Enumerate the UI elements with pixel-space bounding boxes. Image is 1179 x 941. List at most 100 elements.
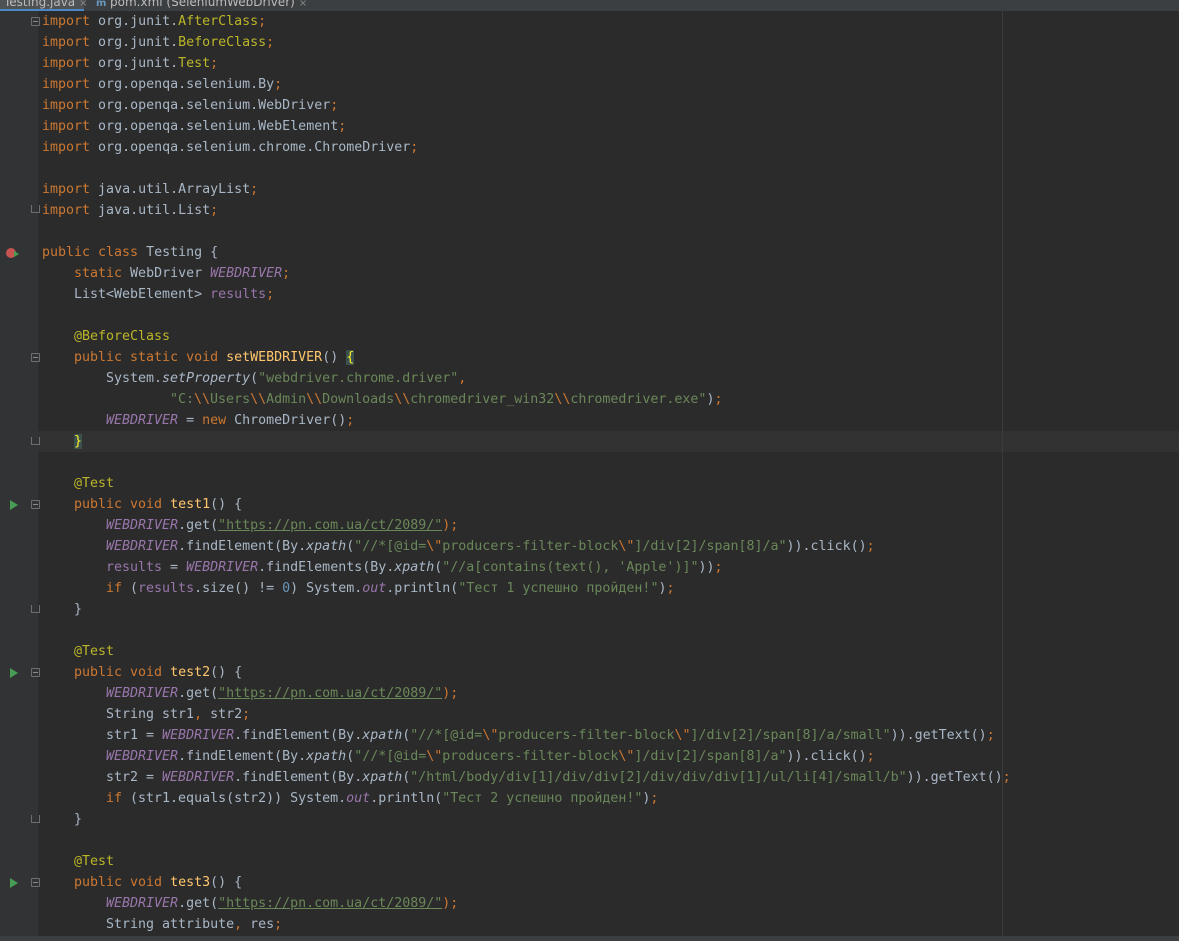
code-line[interactable]: WEBDRIVER.get("https://pn.com.ua/ct/2089…: [106, 515, 458, 536]
fold-toggle-icon[interactable]: [31, 668, 40, 677]
run-class-icon[interactable]: [6, 248, 19, 258]
code-line[interactable]: str1 = WEBDRIVER.findElement(By.xpath("/…: [106, 725, 995, 746]
code-token: .println(: [386, 581, 459, 596]
code-line[interactable]: "C:\\Users\\Admin\\Downloads\\chromedriv…: [170, 389, 722, 410]
code-token: )).getText(): [906, 770, 1003, 785]
code-line-class-declaration[interactable]: public class Testing {: [42, 242, 218, 263]
code-line-method-declaration[interactable]: public void test1() {: [74, 494, 242, 515]
code-line[interactable]: results = WEBDRIVER.findElements(By.xpat…: [106, 557, 723, 578]
tab-testing-java[interactable]: Testing.java ×: [0, 0, 88, 11]
keyword: ;: [866, 749, 875, 764]
code-line-field[interactable]: List<WebElement> results;: [74, 284, 274, 305]
code-token: (: [346, 749, 355, 764]
escape-sequence: \": [618, 539, 635, 554]
fold-toggle-icon[interactable]: [31, 17, 40, 26]
string-literal: "/html/body/div[1]/div/div[2]/div/div/di…: [410, 770, 907, 785]
package: org.junit.: [90, 35, 179, 50]
keyword: import: [42, 35, 91, 50]
code-line-closing-brace[interactable]: }: [74, 431, 83, 452]
fold-toggle-icon[interactable]: [31, 500, 40, 509]
code-line-annotation[interactable]: @BeforeClass: [74, 326, 170, 347]
code-line-import[interactable]: import java.util.ArrayList;: [42, 179, 258, 200]
code-token: String str1: [106, 707, 195, 722]
code-line[interactable]: str2 = WEBDRIVER.findElement(By.xpath("/…: [106, 767, 1011, 788]
class-name: Test: [178, 56, 211, 71]
code-line-closing-brace[interactable]: }: [74, 809, 82, 830]
code-line-import[interactable]: import org.openqa.selenium.chrome.Chrome…: [42, 137, 418, 158]
fold-toggle-icon[interactable]: [31, 353, 40, 362]
code-line[interactable]: System.setProperty("webdriver.chrome.dri…: [106, 368, 466, 389]
code-line-annotation[interactable]: @Test: [74, 473, 114, 494]
class-name: AfterClass: [178, 14, 259, 29]
code-line-annotation[interactable]: @Test: [74, 641, 114, 662]
url-link[interactable]: "https://pn.com.ua/ct/2089/": [218, 686, 442, 701]
run-test-icon[interactable]: [10, 878, 18, 888]
code-line-import[interactable]: import org.junit.BeforeClass;: [42, 32, 274, 53]
close-icon[interactable]: ×: [79, 0, 87, 9]
code-token: String attribute: [106, 917, 235, 932]
escape-sequence: \\: [194, 392, 211, 407]
fold-toggle-icon[interactable]: [31, 878, 40, 887]
string-literal: Admin: [266, 392, 307, 407]
fold-end-icon[interactable]: [31, 437, 40, 445]
static-field: WEBDRIVER: [162, 770, 235, 785]
run-test-icon[interactable]: [10, 668, 18, 678]
escape-sequence: \": [426, 749, 443, 764]
escape-sequence: \\: [306, 392, 323, 407]
keyword: public static void: [74, 350, 219, 365]
code-line-import[interactable]: import org.junit.AfterClass;: [42, 11, 266, 32]
fold-end-icon[interactable]: [31, 205, 40, 213]
code-line[interactable]: WEBDRIVER.findElement(By.xpath("//*[@id=…: [106, 536, 875, 557]
url-link[interactable]: "https://pn.com.ua/ct/2089/": [218, 896, 442, 911]
code-line[interactable]: String str1, str2;: [106, 704, 250, 725]
code-line[interactable]: WEBDRIVER = new ChromeDriver();: [106, 410, 354, 431]
string-literal: "C:: [170, 392, 195, 407]
code-line-import[interactable]: import org.openqa.selenium.By;: [42, 74, 282, 95]
code-line[interactable]: WEBDRIVER.get("https://pn.com.ua/ct/2089…: [106, 893, 458, 914]
code-line[interactable]: if (str1.equals(str2)) System.out.printl…: [106, 788, 658, 809]
package: java.util.List: [90, 203, 211, 218]
keyword: public void: [74, 875, 163, 890]
code-token: )).getText(): [890, 728, 987, 743]
code-line-import[interactable]: import org.junit.Test;: [42, 53, 218, 74]
code-line-method-declaration[interactable]: public void test2() {: [74, 662, 242, 683]
code-line-import[interactable]: import org.openqa.selenium.WebElement;: [42, 116, 346, 137]
code-line-closing-brace[interactable]: }: [74, 599, 82, 620]
code-line[interactable]: if (results.size() != 0) System.out.prin…: [106, 578, 674, 599]
code-line-import[interactable]: import org.openqa.selenium.WebDriver;: [42, 95, 338, 116]
code-line-method-declaration[interactable]: public void test3() {: [74, 872, 242, 893]
params: () {: [210, 665, 243, 680]
package: org.openqa.selenium.By: [90, 77, 275, 92]
keyword: import: [42, 98, 91, 113]
semicolon: ;: [266, 35, 275, 50]
editor-gutter[interactable]: [0, 11, 38, 936]
class-name: BeforeClass: [178, 35, 267, 50]
code-line[interactable]: WEBDRIVER.get("https://pn.com.ua/ct/2089…: [106, 683, 458, 704]
code-token: (str1.equals(str2)) System.: [122, 791, 347, 806]
code-token: .size() !=: [194, 581, 283, 596]
keyword: public class: [42, 245, 139, 260]
code-line-annotation[interactable]: @Test: [74, 851, 114, 872]
fold-end-icon[interactable]: [31, 605, 40, 613]
code-line[interactable]: WEBDRIVER.findElement(By.xpath("//*[@id=…: [106, 746, 875, 767]
string-literal: "//*[@id=: [354, 749, 427, 764]
class-name: Testing {: [138, 245, 219, 260]
params: () {: [210, 497, 243, 512]
tab-pom-xml[interactable]: m pom.xml (SeleniumWebDriver) ×: [92, 0, 307, 11]
code-line-field[interactable]: static WebDriver WEBDRIVER;: [74, 263, 290, 284]
instance-field: results: [106, 560, 163, 575]
keyword: ;: [666, 581, 675, 596]
code-line-method-declaration[interactable]: public static void setWEBDRIVER() {: [74, 347, 355, 368]
run-test-icon[interactable]: [10, 500, 18, 510]
keyword: public void: [74, 497, 163, 512]
url-link[interactable]: "https://pn.com.ua/ct/2089/": [218, 518, 442, 533]
fold-end-icon[interactable]: [31, 815, 40, 823]
escape-sequence: \\: [250, 392, 267, 407]
close-icon[interactable]: ×: [299, 0, 307, 9]
type: List<WebElement>: [74, 287, 211, 302]
string-literal: ]/div[2]/span[8]/a/small": [690, 728, 891, 743]
code-line[interactable]: String attribute, res;: [106, 914, 282, 935]
keyword: public void: [74, 665, 163, 680]
code-line-import[interactable]: import java.util.List;: [42, 200, 218, 221]
string-literal: producers-filter-block: [498, 728, 675, 743]
